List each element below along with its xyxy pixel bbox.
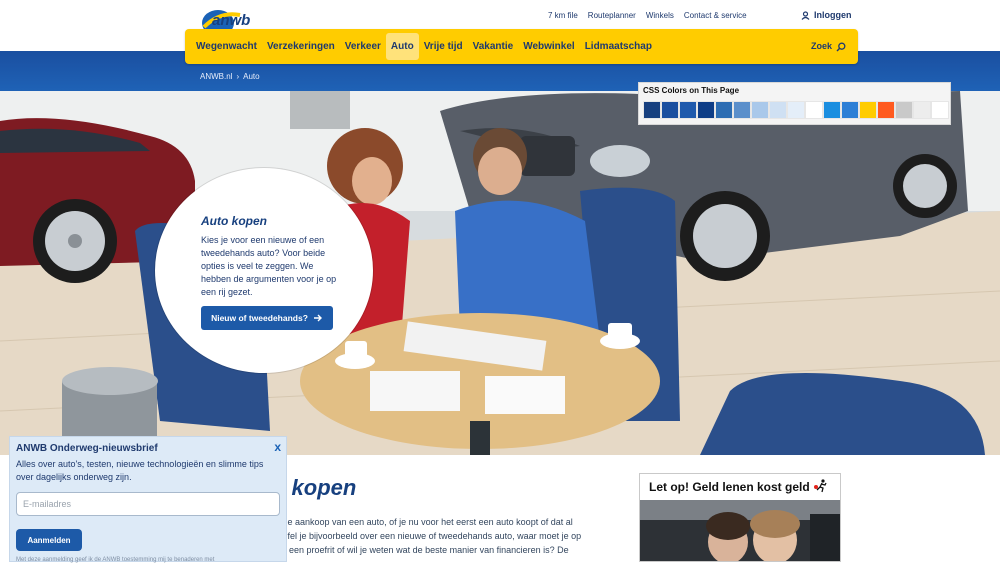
top-link-routeplanner[interactable]: Routeplanner [588, 11, 636, 20]
loan-ad[interactable]: Let op! Geld lenen kost geld [639, 473, 841, 562]
top-link-contact[interactable]: Contact & service [684, 11, 747, 20]
top-link-file[interactable]: 7 km file [548, 11, 578, 20]
search-button[interactable]: Zoek [811, 33, 846, 60]
running-man-icon [814, 479, 827, 493]
new-or-used-button[interactable]: Nieuw of tweedehands? [201, 306, 333, 330]
login-link[interactable]: Inloggen [801, 10, 852, 20]
svg-text:anwb: anwb [212, 12, 250, 29]
color-swatch [931, 101, 949, 119]
nav-item-vakantie[interactable]: Vakantie [468, 33, 519, 60]
palette-title: CSS Colors on This Page [643, 86, 740, 95]
search-label: Zoek [810, 41, 832, 51]
color-swatch [805, 101, 823, 119]
color-swatch [643, 101, 661, 119]
palette-swatches [643, 101, 949, 119]
callout-text: Kies je voor een nieuwe of een tweedehan… [201, 235, 337, 297]
arrow-right-icon [313, 314, 322, 322]
color-swatch [769, 101, 787, 119]
color-swatch [859, 101, 877, 119]
breadcrumb-separator: › [236, 72, 240, 81]
color-swatch [697, 101, 715, 119]
color-swatch [661, 101, 679, 119]
email-field[interactable] [16, 492, 280, 516]
newsletter-fine-print: Met deze aanmelding geef ik de ANWB toes… [16, 557, 215, 563]
intro-text: er de aankoop van een auto, of je nu voo… [272, 515, 642, 557]
close-icon[interactable]: x [274, 440, 281, 454]
top-links: 7 km file Routeplanner Winkels Contact &… [548, 11, 747, 20]
color-swatch [715, 101, 733, 119]
nav-item-webwinkel[interactable]: Webwinkel [518, 33, 580, 60]
hero-image [0, 91, 1000, 455]
color-swatch [913, 101, 931, 119]
color-swatch [841, 101, 859, 119]
newsletter-text: Alles over auto's, testen, nieuwe techno… [16, 459, 264, 482]
color-swatch [823, 101, 841, 119]
top-link-winkels[interactable]: Winkels [646, 11, 674, 20]
ad-headline: Let op! Geld lenen kost geld [640, 474, 840, 500]
newsletter-title: ANWB Onderweg-nieuwsbrief [16, 443, 158, 454]
intro-line: er de aankoop van een auto, of je nu voo… [272, 517, 573, 527]
nav-item-verkeer[interactable]: Verkeer [340, 33, 386, 60]
intro-line: van een proefrit of wil je weten wat de … [272, 545, 569, 555]
color-swatch [895, 101, 913, 119]
intro-line: Twijfel je bijvoorbeeld over een nieuwe … [272, 531, 582, 541]
ad-headline-text: Let op! Geld lenen kost geld [649, 480, 810, 494]
breadcrumb-current: Auto [243, 72, 260, 81]
login-label: Inloggen [814, 10, 852, 20]
breadcrumb: ANWB.nl › Auto [200, 72, 260, 81]
new-or-used-label: Nieuw of tweedehands? [211, 313, 308, 323]
breadcrumb-home[interactable]: ANWB.nl [200, 72, 232, 81]
nav-item-auto[interactable]: Auto [385, 33, 419, 60]
nav-item-lidmaatschap[interactable]: Lidmaatschap [580, 33, 657, 60]
color-swatch [877, 101, 895, 119]
color-swatch [679, 101, 697, 119]
nav-item-wegenwacht[interactable]: Wegenwacht [191, 33, 262, 60]
callout-title: Auto kopen [201, 214, 267, 228]
color-swatch [787, 101, 805, 119]
main-nav: Wegenwacht Verzekeringen Verkeer Auto Vr… [185, 29, 858, 64]
color-swatch [733, 101, 751, 119]
css-color-palette: CSS Colors on This Page [638, 82, 951, 125]
nav-item-verzekeringen[interactable]: Verzekeringen [262, 33, 340, 60]
newsletter-popup: ANWB Onderweg-nieuwsbrief x Alles over a… [9, 436, 287, 563]
user-icon [801, 10, 810, 20]
color-swatch [751, 101, 769, 119]
subscribe-button[interactable]: Aanmelden [16, 529, 82, 551]
search-icon [836, 42, 846, 52]
nav-item-vrije-tijd[interactable]: Vrije tijd [419, 33, 468, 60]
